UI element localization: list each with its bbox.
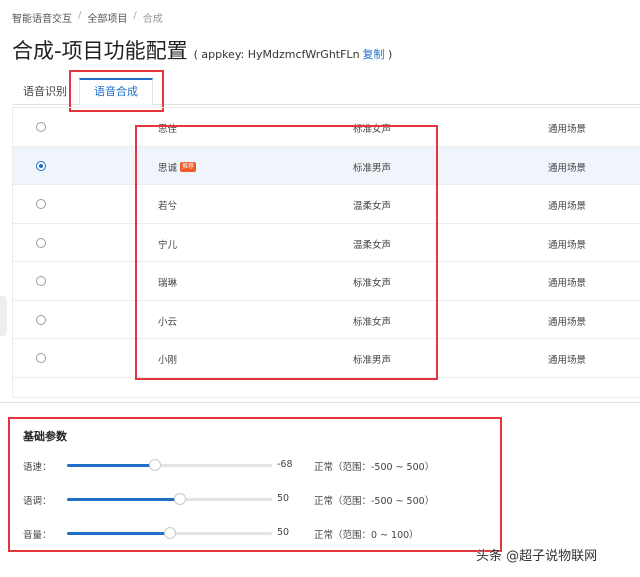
voice-scene: 通用场景 (548, 162, 587, 174)
breadcrumb: 智能语音交互 / 全部项目 / 合成 (12, 10, 163, 25)
param-value: 50 (277, 527, 290, 538)
voice-name: 思佳 (158, 121, 177, 135)
slider-thumb[interactable] (163, 527, 176, 539)
voice-name: 宁儿 (158, 237, 177, 251)
voice-row[interactable]: 若兮 温柔女声 通用场景 (13, 185, 640, 224)
param-label: 语调： (23, 496, 52, 507)
voice-type: 标准女声 (353, 278, 392, 289)
voice-name-text: 小刚 (158, 355, 178, 366)
voice-type: 温柔女声 (353, 239, 392, 251)
param-status: 正常（范围：-500 ~ 500） (314, 462, 435, 473)
voice-row[interactable]: 思诚 推荐 标准男声 通用场景 (13, 146, 640, 185)
param-value: 50 (277, 493, 290, 504)
voice-type: 标准女声 (353, 316, 392, 328)
voice-type: 标准女声 (353, 124, 392, 135)
param-label: 音量： (23, 530, 52, 541)
appkey-close-paren: ) (388, 48, 393, 61)
slider-fill (67, 498, 180, 501)
voice-type: 标准男声 (353, 162, 392, 174)
voice-radio[interactable] (36, 314, 46, 325)
voice-scene: 通用场景 (548, 316, 587, 328)
slider-thumb[interactable] (149, 459, 162, 471)
param-slider[interactable] (67, 527, 272, 539)
tab-bar: 语音识别 语音合成 (12, 78, 640, 106)
voice-scene: 通用场景 (548, 201, 587, 212)
tab-speech-recognition[interactable]: 语音识别 (12, 78, 78, 105)
voice-scene: 通用场景 (548, 278, 587, 289)
voice-name: 小云 (158, 314, 177, 328)
slider-fill (67, 464, 156, 467)
voice-row[interactable]: 宁儿 温柔女声 通用场景 (13, 224, 640, 262)
voice-row[interactable]: 瑞琳 标准女声 通用场景 (13, 262, 640, 301)
appkey-value: ( appkey: HyMdzmcfWrGhtFLn (193, 48, 360, 61)
voice-name: 思诚 推荐 (158, 160, 197, 174)
voice-type: 温柔女声 (353, 201, 392, 212)
voice-scene: 通用场景 (548, 355, 587, 366)
slider-fill (67, 532, 170, 535)
breadcrumb-separator: / (78, 10, 82, 21)
voice-list: 思佳 标准女声 通用场景 思诚 推荐 标准男声 通用场景 若兮 温柔女声 通用场景 宁儿 温柔女声 通用… (12, 106, 640, 398)
breadcrumb-item-all-projects[interactable]: 全部项目 (87, 10, 127, 25)
param-row: 音量： 50 正常（范围：0 ~ 100） (0, 523, 640, 543)
param-status: 正常（范围：0 ~ 100） (314, 530, 419, 541)
collapse-handle[interactable] (0, 296, 7, 336)
watermark: 头条 @超子说物联网 (476, 549, 598, 564)
slider-thumb[interactable] (173, 493, 186, 505)
param-value: -68 (277, 459, 293, 470)
breadcrumb-separator: / (133, 10, 137, 21)
voice-rows: 思佳 标准女声 通用场景 思诚 推荐 标准男声 通用场景 若兮 温柔女声 通用场景 宁儿 温柔女声 通用… (13, 106, 640, 378)
copy-appkey-link[interactable]: 复制 (363, 48, 385, 61)
voice-name-text: 思佳 (158, 124, 178, 135)
voice-radio[interactable] (36, 237, 46, 248)
voice-scene: 通用场景 (548, 239, 587, 251)
param-slider[interactable] (67, 459, 272, 471)
page-title: 合成-项目功能配置 (12, 39, 188, 63)
tab-speech-synthesis[interactable]: 语音合成 (79, 78, 153, 106)
voice-radio[interactable] (36, 122, 46, 132)
voice-name-text: 瑞琳 (158, 278, 178, 289)
voice-scene: 通用场景 (548, 124, 587, 135)
param-slider[interactable] (67, 493, 272, 505)
title-row: 合成-项目功能配置 ( appkey: HyMdzmcfWrGhtFLn 复制 ) (12, 35, 392, 65)
param-row: 语速： -68 正常（范围：-500 ~ 500） (0, 455, 640, 475)
voice-row[interactable]: 小刚 标准男声 通用场景 (13, 339, 640, 378)
voice-type: 标准男声 (353, 355, 392, 366)
voice-row[interactable]: 思佳 标准女声 通用场景 (13, 108, 640, 147)
voice-row[interactable]: 小云 标准女声 通用场景 (13, 301, 640, 339)
voice-name-text: 若兮 (158, 201, 178, 212)
voice-name-text: 思诚 (158, 162, 178, 174)
voice-radio[interactable] (36, 160, 46, 171)
voice-radio[interactable] (36, 276, 46, 286)
voice-name: 若兮 (158, 198, 177, 212)
recommend-badge: 推荐 (180, 161, 197, 172)
voice-name: 小刚 (158, 352, 177, 366)
voice-radio[interactable] (36, 199, 46, 209)
voice-name: 瑞琳 (158, 275, 177, 289)
voice-name-text: 小云 (158, 316, 178, 328)
voice-radio[interactable] (36, 353, 46, 363)
appkey-text: ( appkey: HyMdzmcfWrGhtFLn 复制 ) (194, 46, 393, 62)
breadcrumb-item-voice-interaction[interactable]: 智能语音交互 (12, 10, 72, 25)
voice-name-text: 宁儿 (158, 239, 178, 251)
param-status: 正常（范围：-500 ~ 500） (314, 496, 435, 507)
param-label: 语速： (23, 462, 52, 473)
breadcrumb-current: 合成 (142, 14, 163, 25)
param-row: 语调： 50 正常（范围：-500 ~ 500） (0, 489, 640, 509)
basic-params-title: 基础参数 (23, 430, 67, 443)
